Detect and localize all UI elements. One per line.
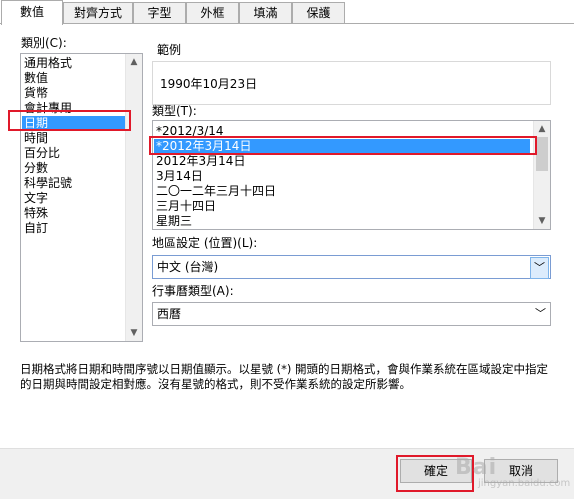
category-list[interactable]: 通用格式 數值 貨幣 會計專用 日期 時間 百分比 分數 科學記號 文字 特殊 … — [20, 53, 143, 342]
category-item-fraction[interactable]: 分數 — [24, 161, 48, 176]
category-label: 類別(C): — [21, 36, 67, 50]
category-item-special[interactable]: 特殊 — [24, 206, 48, 221]
tab-fill[interactable]: 填滿 — [239, 2, 292, 24]
scroll-up-icon[interactable]: ▲ — [534, 121, 550, 137]
calendar-value: 西曆 — [157, 307, 182, 321]
scroll-thumb[interactable] — [536, 137, 548, 171]
locale-label: 地區設定 (位置)(L): — [152, 236, 258, 250]
tab-font[interactable]: 字型 — [133, 2, 186, 24]
type-item[interactable]: 三月十四日 — [156, 199, 216, 214]
calendar-dropdown[interactable]: 西曆 ﹀ — [152, 302, 551, 326]
category-item-text[interactable]: 文字 — [24, 191, 48, 206]
baidu-watermark: Bai — [455, 455, 498, 480]
tab-number[interactable]: 數值 — [1, 0, 63, 25]
tab-strip: 數值 對齊方式 字型 外框 填滿 保護 — [0, 0, 574, 25]
tab-label: 外框 — [200, 6, 225, 20]
type-item[interactable]: 3月14日 — [156, 169, 203, 184]
category-item-percentage[interactable]: 百分比 — [24, 146, 60, 161]
baidu-watermark-url: jingyan.baidu.com — [478, 478, 571, 489]
chevron-down-icon[interactable]: ﹀ — [532, 304, 549, 324]
type-item[interactable]: 星期三 — [156, 214, 192, 229]
sample-box: 1990年10月23日 — [152, 61, 551, 105]
type-scrollbar[interactable]: ▲ ▼ — [533, 121, 550, 229]
tab-divider — [0, 23, 574, 24]
category-item-general[interactable]: 通用格式 — [24, 56, 72, 71]
format-description: 日期格式將日期和時間序號以日期值顯示。以星號 (*) 開頭的日期格式，會與作業系… — [20, 362, 549, 391]
type-item-selected[interactable]: *2012年3月14日 — [154, 139, 530, 154]
scroll-down-icon[interactable]: ▼ — [126, 325, 142, 341]
sample-label: 範例 — [157, 43, 182, 57]
type-list[interactable]: *2012/3/14 *2012年3月14日 2012年3月14日 3月14日 … — [152, 120, 551, 230]
tab-label: 字型 — [147, 6, 172, 20]
type-item[interactable]: 二〇一二年三月十四日 — [156, 184, 276, 199]
category-item-number[interactable]: 數值 — [24, 71, 48, 86]
locale-value: 中文 (台灣) — [157, 260, 219, 274]
scroll-down-icon[interactable]: ▼ — [534, 213, 550, 229]
type-item[interactable]: 2012年3月14日 — [156, 154, 245, 169]
calendar-label: 行事曆類型(A): — [152, 284, 234, 298]
type-label: 類型(T): — [152, 104, 197, 118]
category-scrollbar[interactable]: ▲ ▼ — [125, 54, 142, 341]
tab-border[interactable]: 外框 — [186, 2, 239, 24]
locale-dropdown[interactable]: 中文 (台灣) ﹀ — [152, 255, 551, 279]
category-item-scientific[interactable]: 科學記號 — [24, 176, 72, 191]
scroll-up-icon[interactable]: ▲ — [126, 54, 142, 70]
tab-label: 保護 — [306, 6, 331, 20]
type-item[interactable]: *2012/3/14 — [156, 124, 224, 139]
category-item-time[interactable]: 時間 — [24, 131, 48, 146]
category-item-currency[interactable]: 貨幣 — [24, 86, 48, 101]
tab-alignment[interactable]: 對齊方式 — [63, 2, 133, 24]
tab-label: 填滿 — [253, 6, 278, 20]
tab-label: 對齊方式 — [73, 6, 122, 20]
chevron-down-icon[interactable]: ﹀ — [530, 257, 549, 279]
tab-protection[interactable]: 保護 — [292, 2, 345, 24]
tab-label: 數值 — [19, 5, 44, 19]
category-item-accounting[interactable]: 會計專用 — [24, 101, 72, 116]
category-item-date[interactable]: 日期 — [22, 116, 128, 131]
category-item-custom[interactable]: 自訂 — [24, 221, 48, 236]
sample-value: 1990年10月23日 — [160, 77, 258, 91]
